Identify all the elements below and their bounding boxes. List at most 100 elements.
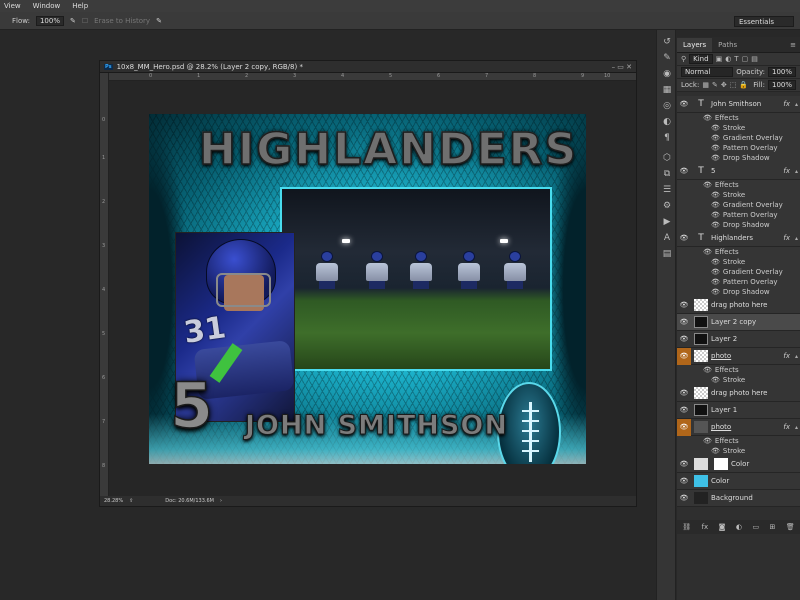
filter-type-icon[interactable]: T	[734, 55, 738, 63]
character-icon[interactable]: A	[657, 230, 677, 246]
filter-adjust-icon[interactable]: ◐	[725, 55, 731, 63]
glyphs-icon[interactable]: ▤	[657, 246, 677, 262]
opacity-input[interactable]: 100%	[767, 67, 796, 77]
trash-icon[interactable]: 🗑	[786, 523, 795, 531]
filter-pixel-icon[interactable]: ▣	[716, 55, 723, 63]
layer-name[interactable]: Layer 1	[711, 406, 737, 414]
workspace-select[interactable]: Essentials	[734, 16, 794, 27]
erase-to-history-checkbox[interactable]: ☐	[82, 17, 88, 25]
effect-item[interactable]: 👁 Stroke	[677, 446, 800, 456]
horizontal-ruler[interactable]: 0 1 2 3 4 5 6 7 8 9 10	[109, 73, 636, 81]
visibility-eye-icon[interactable]: 👁	[677, 167, 691, 175]
layer-name[interactable]: photo	[711, 352, 731, 360]
airbrush-icon[interactable]: ✎	[70, 17, 76, 25]
pressure-icon[interactable]: ✎	[156, 17, 162, 25]
layer-row[interactable]: 👁 T 5 fx ▴	[677, 163, 800, 180]
group-icon[interactable]: ▭	[752, 523, 759, 531]
3d-icon[interactable]: ⬡	[657, 150, 677, 166]
effects-row[interactable]: 👁 Effects	[677, 180, 800, 190]
layer-row[interactable]: 👁 drag photo here	[677, 297, 800, 314]
effect-eye-icon[interactable]: 👁	[711, 288, 720, 296]
mask-icon[interactable]: ◙	[719, 523, 726, 531]
adjustments-icon[interactable]: ◐	[657, 114, 677, 130]
layer-name[interactable]: drag photo here	[711, 389, 767, 397]
effect-eye-icon[interactable]: 👁	[711, 376, 720, 384]
layer-row[interactable]: 👁 Color	[677, 473, 800, 490]
layer-row[interactable]: 👁 Color	[677, 456, 800, 473]
effect-eye-icon[interactable]: 👁	[703, 114, 712, 122]
effect-item[interactable]: 👁 Gradient Overlay	[677, 267, 800, 277]
layer-name[interactable]: Color	[731, 460, 749, 468]
effect-eye-icon[interactable]: 👁	[711, 221, 720, 229]
canvas-artwork[interactable]: HIGHLANDERS 31 5 JOHN SMITHSON	[149, 114, 586, 464]
visibility-eye-icon[interactable]: 👁	[677, 234, 691, 242]
effect-eye-icon[interactable]: 👁	[711, 268, 720, 276]
effect-item[interactable]: 👁 Pattern Overlay	[677, 277, 800, 287]
effect-item[interactable]: 👁 Gradient Overlay	[677, 200, 800, 210]
layer-row[interactable]: 👁 Layer 1	[677, 402, 800, 419]
visibility-eye-icon[interactable]: 👁	[677, 460, 691, 468]
effect-item[interactable]: 👁 Stroke	[677, 190, 800, 200]
layer-name[interactable]: Background	[711, 494, 753, 502]
visibility-eye-icon[interactable]: 👁	[677, 477, 691, 485]
effect-eye-icon[interactable]: 👁	[703, 366, 712, 374]
visibility-eye-icon[interactable]: 👁	[677, 347, 691, 365]
collapse-icon[interactable]: ▴	[795, 424, 798, 431]
effect-eye-icon[interactable]: 👁	[711, 154, 720, 162]
effect-item[interactable]: 👁 Drop Shadow	[677, 287, 800, 297]
collapse-icon[interactable]: ▴	[795, 101, 798, 108]
effect-eye-icon[interactable]: 👁	[703, 181, 712, 189]
menu-help[interactable]: Help	[72, 2, 88, 10]
effect-eye-icon[interactable]: 👁	[703, 248, 712, 256]
visibility-eye-icon[interactable]: 👁	[677, 406, 691, 414]
effect-eye-icon[interactable]: 👁	[703, 437, 712, 445]
effect-eye-icon[interactable]: 👁	[711, 191, 720, 199]
layer-name[interactable]: Layer 2 copy	[711, 318, 756, 326]
layer-row-selected[interactable]: 👁 Layer 2 copy	[677, 314, 800, 331]
lock-all-icon[interactable]: 🔒	[739, 81, 748, 89]
layer-name[interactable]: Layer 2	[711, 335, 737, 343]
visibility-eye-icon[interactable]: 👁	[677, 318, 691, 326]
visibility-eye-icon[interactable]: 👁	[677, 418, 691, 436]
filter-smart-icon[interactable]: ▤	[751, 55, 758, 63]
effects-row[interactable]: 👁 Effects	[677, 436, 800, 446]
layer-row[interactable]: 👁 photo fx ▴	[677, 418, 800, 436]
fx-add-icon[interactable]: fx	[702, 523, 709, 531]
fx-icon[interactable]: fx	[783, 100, 790, 108]
adjustment-add-icon[interactable]: ◐	[736, 523, 742, 531]
play-icon[interactable]: ▶	[657, 214, 677, 230]
lock-artboard-icon[interactable]: ⬚	[730, 81, 737, 89]
flow-input[interactable]: 100%	[35, 15, 64, 26]
visibility-eye-icon[interactable]: 👁	[677, 494, 691, 502]
clone-icon[interactable]: ⧉	[657, 166, 677, 182]
effect-item[interactable]: 👁 Stroke	[677, 123, 800, 133]
fx-icon[interactable]: fx	[783, 352, 790, 360]
visibility-eye-icon[interactable]: 👁	[677, 389, 691, 397]
effect-eye-icon[interactable]: 👁	[711, 201, 720, 209]
effect-item[interactable]: 👁 Pattern Overlay	[677, 210, 800, 220]
brush-icon[interactable]: ✎	[657, 50, 677, 66]
channels-icon[interactable]: ☰	[657, 182, 677, 198]
layer-name[interactable]: Highlanders	[711, 234, 753, 242]
effect-eye-icon[interactable]: 👁	[711, 211, 720, 219]
swatches-icon[interactable]: ▦	[657, 82, 677, 98]
palette-icon[interactable]: ◉	[657, 66, 677, 82]
filter-shape-icon[interactable]: ▢	[742, 55, 749, 63]
effects-row[interactable]: 👁 Effects	[677, 365, 800, 375]
document-tab[interactable]: Ps 10x8_MM_Hero.psd @ 28.2% (Layer 2 cop…	[100, 61, 636, 73]
collapse-icon[interactable]: ▴	[795, 353, 798, 360]
effect-item[interactable]: 👁 Gradient Overlay	[677, 133, 800, 143]
share-icon[interactable]: ⇪	[129, 498, 133, 504]
menu-view[interactable]: View	[4, 2, 21, 10]
effect-eye-icon[interactable]: 👁	[711, 144, 720, 152]
blend-mode-select[interactable]: Normal	[681, 67, 734, 77]
properties-icon[interactable]: ⚙	[657, 198, 677, 214]
fx-icon[interactable]: fx	[783, 167, 790, 175]
layer-row[interactable]: 👁 T Highlanders fx ▴	[677, 230, 800, 247]
lock-move-icon[interactable]: ✥	[721, 81, 727, 89]
effect-eye-icon[interactable]: 👁	[711, 278, 720, 286]
link-icon[interactable]: ⛓	[682, 523, 691, 531]
layer-name[interactable]: photo	[711, 423, 731, 431]
visibility-eye-icon[interactable]: 👁	[677, 335, 691, 343]
collapse-icon[interactable]: ▴	[795, 235, 798, 242]
